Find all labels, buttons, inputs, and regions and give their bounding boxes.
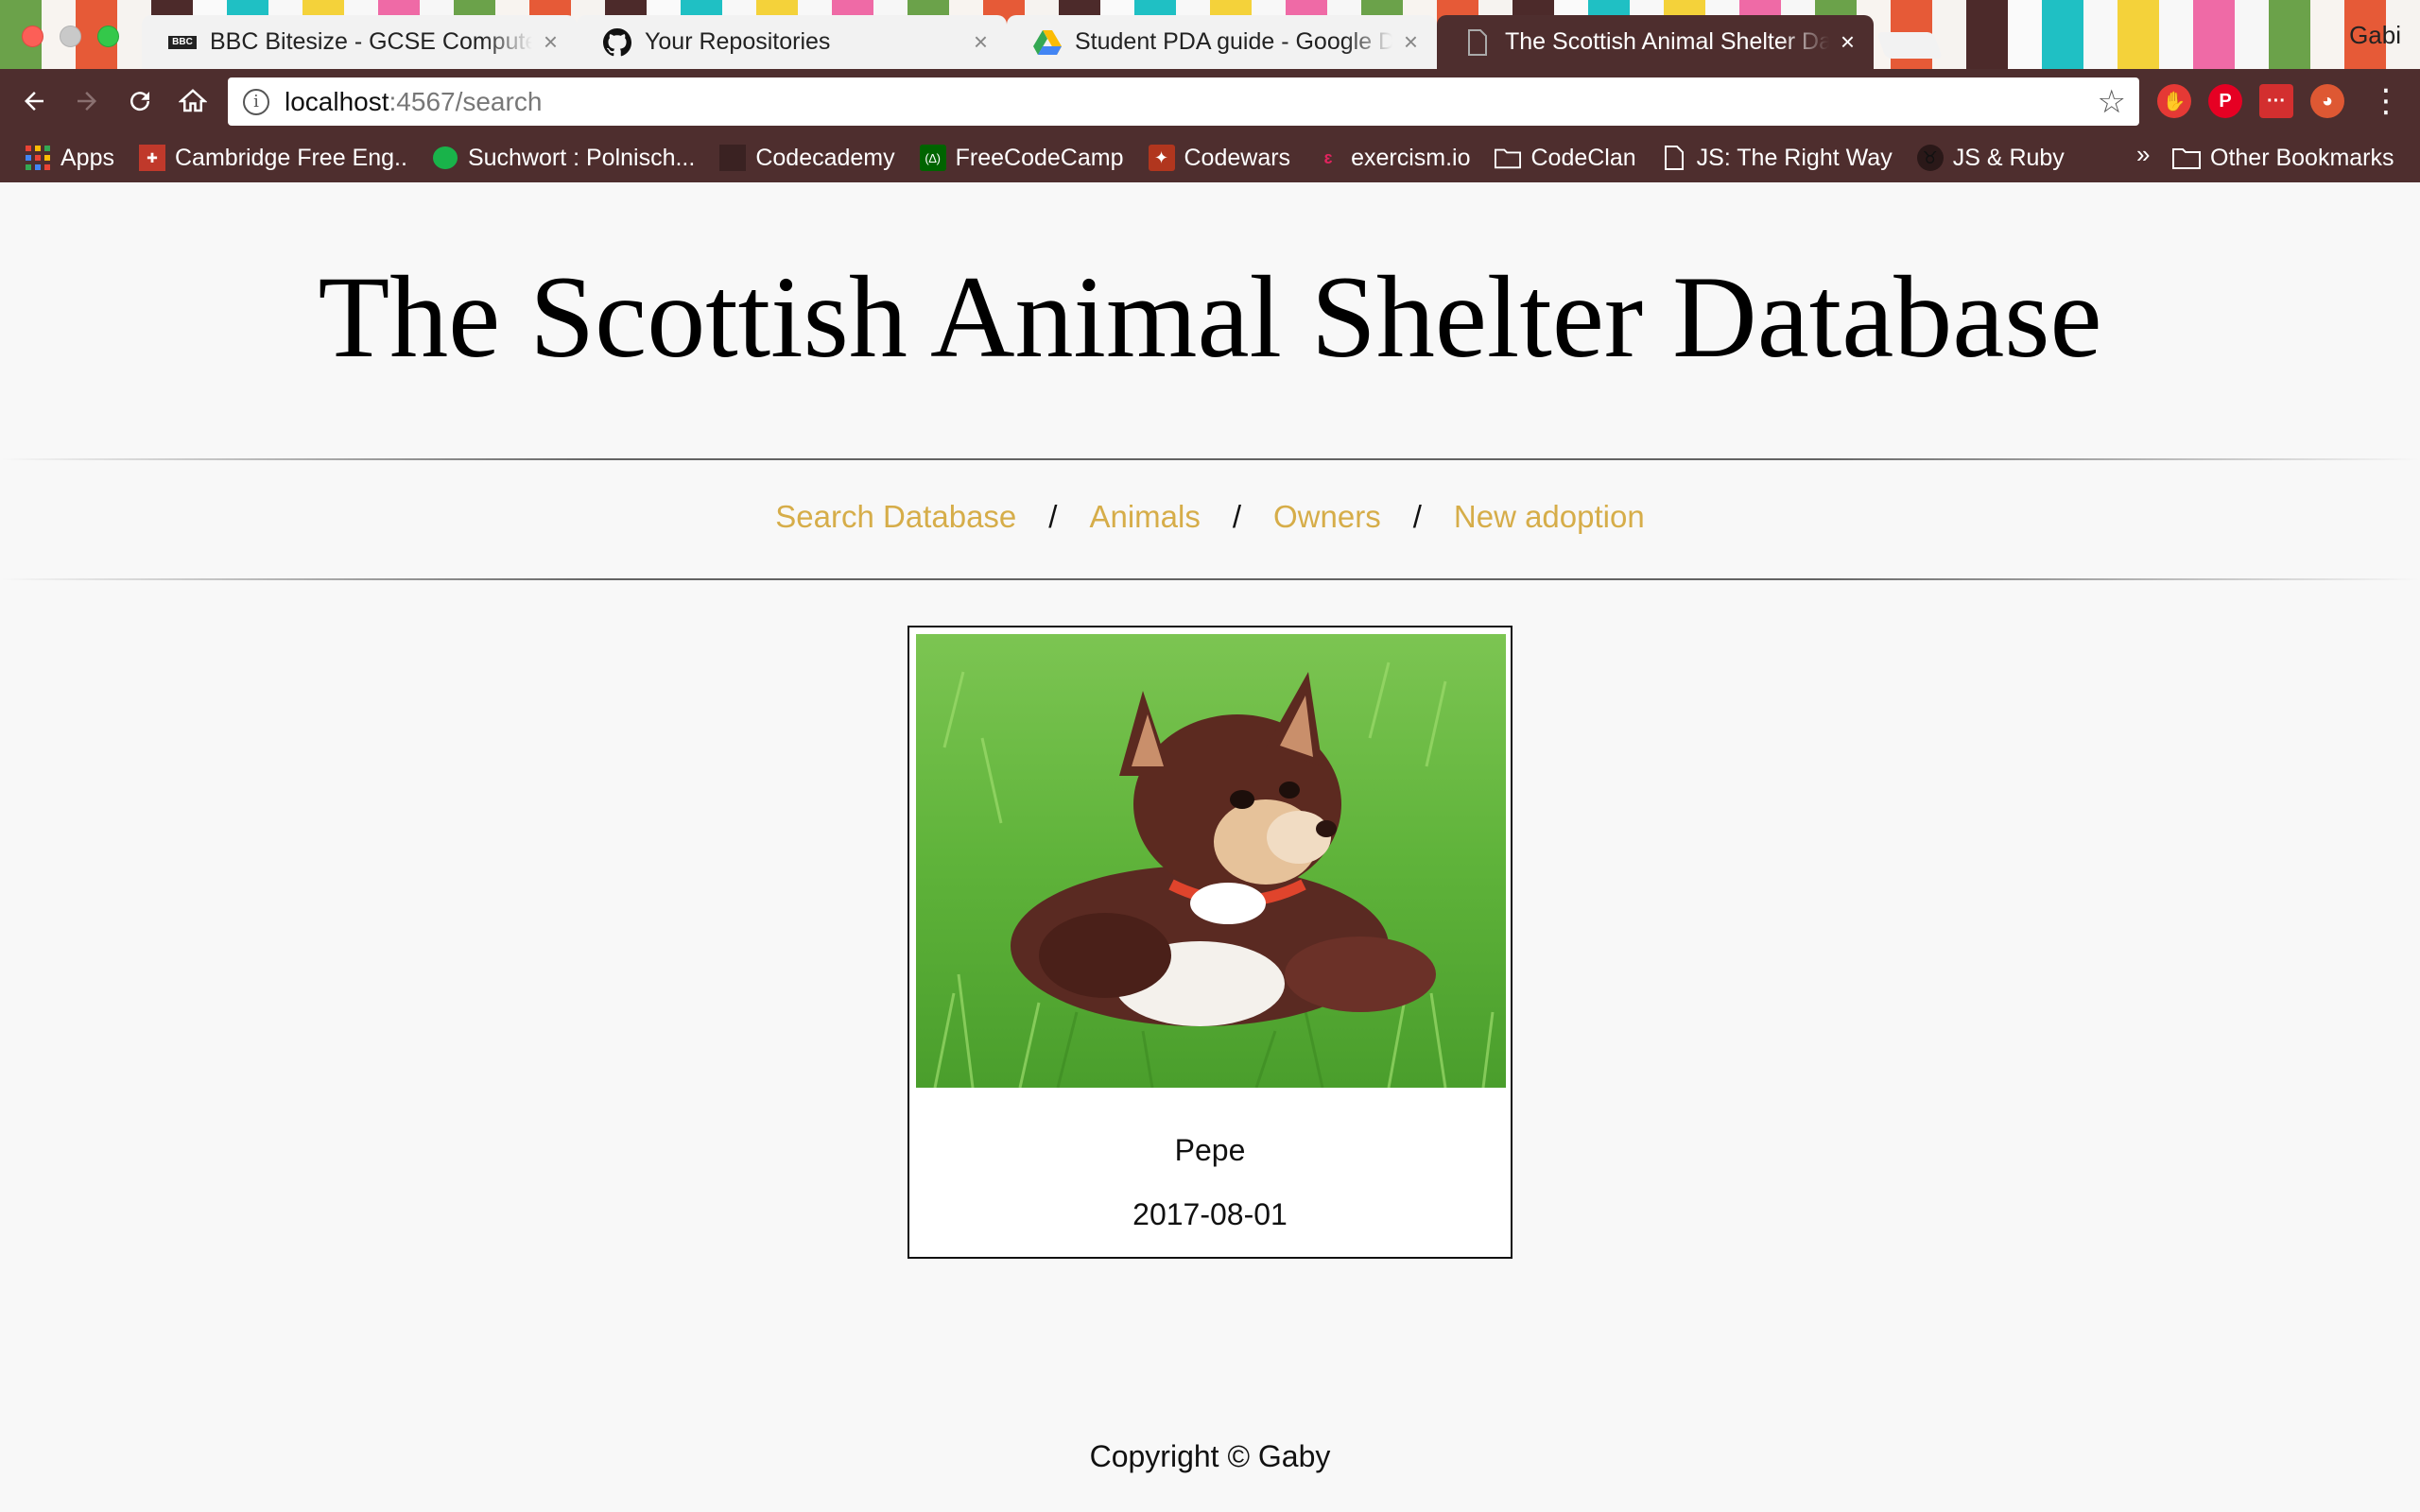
bookmark-label: CodeClan (1530, 144, 1636, 171)
reload-icon (130, 92, 150, 112)
minimize-window-button[interactable] (60, 26, 81, 47)
bbc-icon: BBC (168, 35, 197, 49)
address-bar[interactable]: i localhost:4567/search ☆ (228, 77, 2139, 126)
url-text: localhost:4567/search (285, 87, 542, 117)
bookmarks-bar: Apps ✚ Cambridge Free Eng.. Suchwort : P… (0, 133, 2420, 182)
bookmark-js-ruby[interactable]: ♉ JS & Ruby (1916, 144, 2065, 172)
bookmark-js-right-way[interactable]: JS: The Right Way (1661, 145, 1893, 172)
speech-bubble-icon (432, 145, 458, 171)
page-content: The Scottish Animal Shelter Database Sea… (0, 182, 2420, 1512)
bookmark-label: exercism.io (1351, 144, 1471, 171)
maximize-window-button[interactable] (97, 26, 119, 47)
bookmark-label: Suchwort : Polnisch... (467, 144, 696, 171)
tab-title: BBC Bitesize - GCSE Computer (210, 28, 532, 55)
new-tab-button[interactable] (1876, 32, 1944, 59)
url-path: :4567/search (389, 86, 543, 116)
animal-name: Pepe (1174, 1133, 1246, 1167)
tab-scottish-animal-shelter[interactable]: The Scottish Animal Shelter Database × (1437, 15, 1874, 69)
profile-name[interactable]: Gabi (2349, 21, 2401, 50)
forward-button[interactable] (64, 78, 110, 124)
tab-title: The Scottish Animal Shelter Database (1505, 28, 1829, 55)
bookmark-star-icon[interactable]: ☆ (2098, 83, 2126, 121)
nav-owners-link[interactable]: Owners (1273, 499, 1381, 534)
main-nav: Search Database / Animals / Owners / New adopt… (0, 499, 2420, 535)
cambridge-icon: ✚ (138, 145, 165, 171)
bookmark-label: FreeCodeCamp (955, 144, 1124, 171)
nav-search-database-link[interactable]: Search Database (775, 499, 1016, 534)
browser-titlebar: BBC BBC Bitesize - GCSE Computer × Your … (0, 0, 2420, 69)
codecademy-icon (719, 145, 747, 171)
bookmark-codecademy[interactable]: Codecademy (719, 144, 895, 172)
close-tab-icon[interactable]: × (544, 27, 558, 57)
tab-bbc-bitesize[interactable]: BBC BBC Bitesize - GCSE Computer × (142, 15, 577, 69)
menu-kebab-icon[interactable]: ⋮ (2363, 78, 2409, 124)
divider-top (0, 458, 2420, 460)
bookmark-exercism[interactable]: ɛ exercism.io (1315, 144, 1471, 172)
bookmark-label: Apps (60, 144, 114, 171)
codewars-icon: ✦ (1148, 145, 1175, 171)
other-bookmarks-folder[interactable]: Other Bookmarks (2172, 133, 2394, 182)
bookmark-codeclan[interactable]: CodeClan (1495, 144, 1636, 172)
back-button[interactable] (11, 78, 57, 124)
tab-student-pda-guide[interactable]: Student PDA guide - Google Drive × (1007, 15, 1437, 69)
lastpass-icon[interactable]: ··· (2259, 84, 2293, 118)
info-icon[interactable]: i (243, 88, 269, 115)
google-drive-icon (1033, 28, 1062, 57)
close-window-button[interactable] (22, 26, 43, 47)
document-icon (1463, 28, 1492, 57)
bookmark-label: JS & Ruby (1952, 144, 2065, 171)
nav-animals-link[interactable]: Animals (1089, 499, 1200, 534)
dog-photo-image (916, 634, 1506, 1088)
url-host: localhost (285, 86, 389, 116)
home-button[interactable] (170, 78, 216, 124)
duckduckgo-icon[interactable]: ◕ (2310, 84, 2344, 118)
nav-new-adoption-link[interactable]: New adoption (1454, 499, 1645, 534)
adblock-icon[interactable]: ✋ (2157, 84, 2191, 118)
nav-separator: / (1232, 499, 1242, 534)
bookmark-apps[interactable]: Apps (25, 145, 114, 172)
bookmark-suchwort[interactable]: Suchwort : Polnisch... (432, 145, 695, 172)
bookmark-label: JS: The Right Way (1696, 144, 1893, 171)
bookmark-cambridge[interactable]: ✚ Cambridge Free Eng.. (138, 144, 407, 172)
more-bookmarks-button[interactable]: » (2136, 140, 2150, 169)
nav-separator: / (1048, 499, 1058, 534)
pinterest-icon[interactable]: P (2208, 84, 2242, 118)
tab-title: Student PDA guide - Google Drive (1075, 28, 1392, 55)
page-title: The Scottish Animal Shelter Database (318, 252, 2102, 382)
animal-photo[interactable] (916, 634, 1506, 1088)
footer-copyright: Copyright © Gaby (1089, 1439, 1331, 1473)
home-icon (179, 89, 207, 112)
nav-separator: / (1412, 499, 1422, 534)
other-bookmarks-label: Other Bookmarks (2210, 144, 2394, 171)
close-tab-icon[interactable]: × (1404, 27, 1418, 57)
folder-icon (1495, 145, 1522, 171)
divider-bottom (0, 578, 2420, 580)
bookmark-freecodecamp[interactable]: (∆) FreeCodeCamp (919, 144, 1124, 172)
bookmark-label: Codecademy (755, 144, 895, 171)
back-arrow-icon (25, 92, 43, 111)
bull-icon: ♉ (1916, 145, 1944, 171)
admission-date: 2017-08-01 (1132, 1197, 1288, 1231)
close-tab-icon[interactable]: × (974, 27, 988, 57)
browser-toolbar: i localhost:4567/search ☆ ✋ P ··· ◕ ⋮ (0, 69, 2420, 133)
bookmark-label: Cambridge Free Eng.. (174, 144, 407, 171)
tab-title: Your Repositories (645, 28, 831, 55)
document-icon (1661, 145, 1687, 171)
close-tab-icon[interactable]: × (1841, 27, 1855, 57)
github-icon (603, 27, 631, 57)
bookmark-label: Codewars (1184, 144, 1291, 171)
bookmark-codewars[interactable]: ✦ Codewars (1148, 144, 1291, 172)
exercism-icon: ɛ (1323, 147, 1333, 167)
animal-card[interactable]: Pepe 2017-08-01 (908, 626, 1512, 1259)
freecodecamp-icon: (∆) (919, 145, 946, 171)
reload-button[interactable] (117, 78, 163, 124)
tab-your-repositories[interactable]: Your Repositories × (577, 15, 1007, 69)
apps-grid-icon (25, 145, 51, 171)
forward-arrow-icon (78, 92, 96, 111)
folder-icon (2172, 145, 2203, 171)
